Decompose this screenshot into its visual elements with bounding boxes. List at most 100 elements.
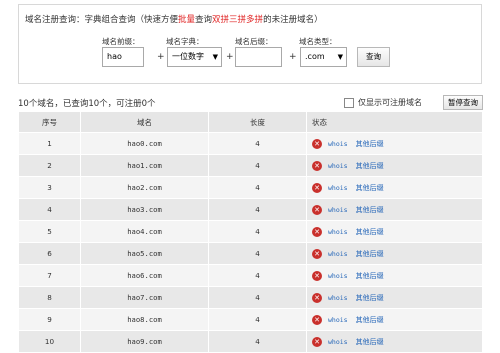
dict-select-value: 一位数字 bbox=[172, 52, 204, 61]
whois-link[interactable]: whois bbox=[328, 250, 348, 258]
header-index: 序号 bbox=[18, 111, 81, 133]
dict-select[interactable]: 一位数字 ▼ bbox=[167, 47, 222, 67]
other-suffix-link[interactable]: 其他后缀 bbox=[356, 272, 384, 280]
whois-link[interactable]: whois bbox=[328, 162, 348, 170]
cell-status: ✕ whois 其他后缀 bbox=[306, 176, 483, 199]
close-circle-icon: ✕ bbox=[312, 138, 322, 149]
cell-status: ✕ whois 其他后缀 bbox=[306, 308, 483, 331]
plus-sign: + bbox=[289, 52, 297, 62]
cell-length: 4 bbox=[208, 264, 307, 287]
close-circle-icon: ✕ bbox=[312, 160, 322, 171]
plus-sign: + bbox=[226, 52, 234, 62]
whois-link[interactable]: whois bbox=[328, 140, 348, 148]
close-circle-icon: ✕ bbox=[312, 182, 322, 193]
plus-sign: + bbox=[157, 52, 165, 62]
close-circle-icon: ✕ bbox=[312, 336, 322, 347]
cell-domain: hao4.com bbox=[80, 220, 209, 243]
close-circle-icon: ✕ bbox=[312, 248, 322, 259]
only-registrable-checkbox[interactable] bbox=[344, 97, 354, 108]
cell-status: ✕ whois 其他后缀 bbox=[306, 154, 483, 177]
suffix-label: 域名后缀： bbox=[235, 37, 273, 46]
other-suffix-link[interactable]: 其他后缀 bbox=[356, 162, 384, 170]
close-circle-icon: ✕ bbox=[312, 226, 322, 237]
dict-label: 域名字典： bbox=[166, 37, 204, 46]
cell-length: 4 bbox=[208, 176, 307, 199]
table-row: 5 hao4.com 4 ✕ whois 其他后缀 bbox=[18, 220, 483, 243]
cell-length: 4 bbox=[208, 132, 307, 155]
type-label: 域名类型： bbox=[299, 37, 337, 46]
chevron-down-icon: ▼ bbox=[337, 53, 343, 61]
cell-index: 8 bbox=[18, 286, 81, 309]
suffix-input[interactable] bbox=[235, 47, 282, 67]
cell-length: 4 bbox=[208, 242, 307, 265]
title-text-suffix: 的未注册域名） bbox=[263, 15, 323, 25]
cell-status: ✕ whois 其他后缀 bbox=[306, 198, 483, 221]
cell-index: 5 bbox=[18, 220, 81, 243]
other-suffix-link[interactable]: 其他后缀 bbox=[356, 294, 384, 302]
other-suffix-link[interactable]: 其他后缀 bbox=[356, 184, 384, 192]
table-row: 1 hao0.com 4 ✕ whois 其他后缀 bbox=[18, 132, 483, 155]
whois-link[interactable]: whois bbox=[328, 294, 348, 302]
prefix-input-value: hao bbox=[107, 52, 122, 61]
cell-index: 9 bbox=[18, 308, 81, 331]
title-highlight-batch: 批量 bbox=[178, 15, 196, 25]
whois-link[interactable]: whois bbox=[328, 338, 348, 346]
cell-length: 4 bbox=[208, 154, 307, 177]
type-select-value: .com bbox=[305, 52, 325, 61]
other-suffix-link[interactable]: 其他后缀 bbox=[356, 228, 384, 236]
whois-link[interactable]: whois bbox=[328, 228, 348, 236]
other-suffix-link[interactable]: 其他后缀 bbox=[356, 250, 384, 258]
other-suffix-link[interactable]: 其他后缀 bbox=[356, 206, 384, 214]
other-suffix-link[interactable]: 其他后缀 bbox=[356, 316, 384, 324]
table-row: 2 hao1.com 4 ✕ whois 其他后缀 bbox=[18, 154, 483, 177]
cell-domain: hao8.com bbox=[80, 308, 209, 331]
cell-status: ✕ whois 其他后缀 bbox=[306, 286, 483, 309]
cell-domain: hao0.com bbox=[80, 132, 209, 155]
query-button[interactable]: 查询 bbox=[357, 47, 390, 67]
whois-link[interactable]: whois bbox=[328, 184, 348, 192]
whois-link[interactable]: whois bbox=[328, 272, 348, 280]
title-highlight-pinyin: 双拼三拼多拼 bbox=[212, 15, 264, 25]
title-text: 域名注册查询：字典组合查询（快速方便 bbox=[25, 15, 179, 25]
cell-index: 1 bbox=[18, 132, 81, 155]
results-table: 序号 域名 长度 状态 1 hao0.com 4 ✕ whois 其他后缀 2 hao1.co… bbox=[18, 111, 483, 353]
header-domain: 域名 bbox=[80, 111, 209, 133]
cell-status: ✕ whois 其他后缀 bbox=[306, 220, 483, 243]
cell-index: 10 bbox=[18, 330, 81, 353]
only-registrable-toggle[interactable]: 仅显示可注册域名 bbox=[344, 97, 422, 108]
cell-length: 4 bbox=[208, 220, 307, 243]
cell-length: 4 bbox=[208, 286, 307, 309]
prefix-label: 域名前缀： bbox=[102, 37, 140, 46]
type-select[interactable]: .com ▼ bbox=[300, 47, 347, 67]
search-panel: 域名注册查询：字典组合查询（快速方便批量查询双拼三拼多拼的未注册域名） 域名前缀… bbox=[18, 4, 482, 84]
close-circle-icon: ✕ bbox=[312, 314, 322, 325]
cell-domain: hao1.com bbox=[80, 154, 209, 177]
table-row: 8 hao7.com 4 ✕ whois 其他后缀 bbox=[18, 286, 483, 309]
whois-link[interactable]: whois bbox=[328, 316, 348, 324]
cell-index: 6 bbox=[18, 242, 81, 265]
header-status: 状态 bbox=[306, 111, 483, 133]
close-circle-icon: ✕ bbox=[312, 270, 322, 281]
query-summary: 10个域名，已查询10个，可注册0个 bbox=[18, 99, 156, 109]
table-row: 4 hao3.com 4 ✕ whois 其他后缀 bbox=[18, 198, 483, 221]
cell-index: 4 bbox=[18, 198, 81, 221]
close-circle-icon: ✕ bbox=[312, 292, 322, 303]
cell-index: 2 bbox=[18, 154, 81, 177]
cell-status: ✕ whois 其他后缀 bbox=[306, 132, 483, 155]
chevron-down-icon: ▼ bbox=[212, 53, 218, 61]
table-header-row: 序号 域名 长度 状态 bbox=[18, 111, 483, 133]
search-title: 域名注册查询：字典组合查询（快速方便批量查询双拼三拼多拼的未注册域名） bbox=[25, 13, 323, 25]
cell-status: ✕ whois 其他后缀 bbox=[306, 264, 483, 287]
other-suffix-link[interactable]: 其他后缀 bbox=[356, 338, 384, 346]
pause-button[interactable]: 暂停查询 bbox=[443, 95, 483, 110]
cell-index: 3 bbox=[18, 176, 81, 199]
cell-domain: hao2.com bbox=[80, 176, 209, 199]
table-row: 10 hao9.com 4 ✕ whois 其他后缀 bbox=[18, 330, 483, 353]
header-length: 长度 bbox=[208, 111, 307, 133]
cell-domain: hao7.com bbox=[80, 286, 209, 309]
prefix-input[interactable]: hao bbox=[102, 47, 144, 67]
other-suffix-link[interactable]: 其他后缀 bbox=[356, 140, 384, 148]
whois-link[interactable]: whois bbox=[328, 206, 348, 214]
cell-length: 4 bbox=[208, 330, 307, 353]
cell-domain: hao5.com bbox=[80, 242, 209, 265]
